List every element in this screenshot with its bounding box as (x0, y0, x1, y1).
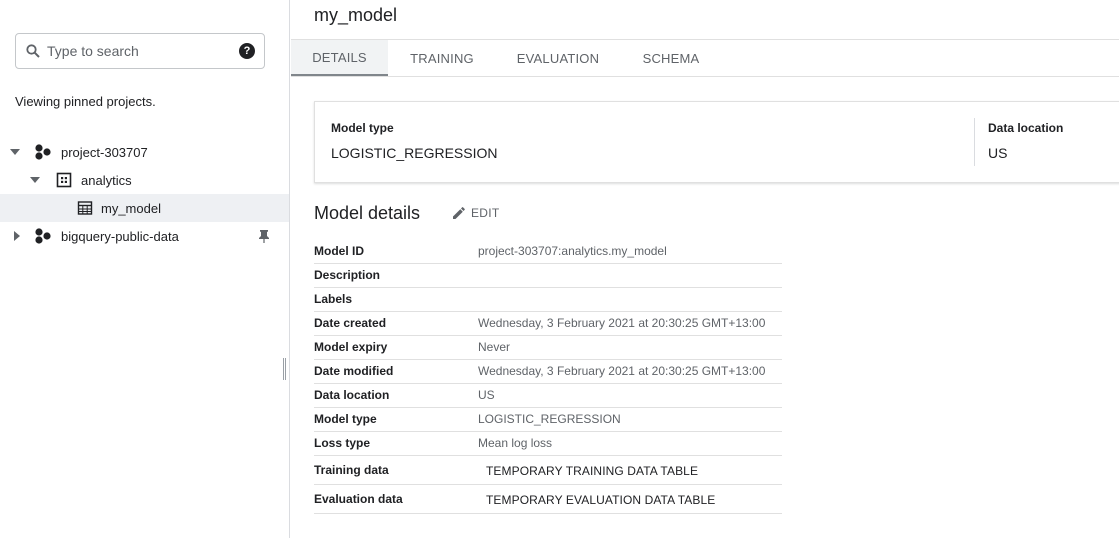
table-row: Description (314, 263, 782, 287)
pin-icon[interactable] (257, 229, 271, 243)
row-key: Evaluation data (314, 491, 403, 506)
caret-right-icon[interactable] (11, 230, 23, 242)
panel-resize-handle[interactable] (283, 358, 286, 380)
row-value: Mean log loss (478, 436, 553, 450)
data-location-label: Data location (988, 121, 1064, 135)
tab-details[interactable]: DETAILS (291, 40, 388, 76)
table-row: Training data TEMPORARY TRAINING DATA TAB… (314, 455, 782, 484)
search-input[interactable] (47, 43, 239, 59)
row-key: Data location (314, 388, 390, 402)
row-value: Never (478, 340, 511, 354)
pinned-projects-note: Viewing pinned projects. (15, 94, 156, 109)
model-type-label: Model type (331, 121, 394, 135)
model-type-value: LOGISTIC_REGRESSION (331, 145, 498, 161)
search-box[interactable]: ? (15, 33, 265, 69)
tab-evaluation[interactable]: EVALUATION (508, 40, 608, 76)
data-location-value: US (988, 145, 1008, 161)
tab-schema[interactable]: SCHEMA (630, 40, 712, 76)
tree-item-model[interactable]: my_model (0, 194, 289, 222)
row-value: TEMPORARY TRAINING DATA TABLE (486, 463, 699, 478)
table-row: Date modified Wednesday, 3 February 2021 … (314, 359, 782, 383)
model-summary-card: Model type LOGISTIC_REGRESSION Data loca… (314, 101, 1119, 183)
row-value (478, 287, 782, 311)
model-details-heading: Model details (314, 203, 421, 223)
table-row: Data location US (314, 383, 782, 407)
help-icon[interactable]: ? (239, 43, 255, 59)
table-row: Model expiry Never (314, 335, 782, 359)
search-icon (25, 43, 41, 59)
row-value: project-303707:analytics.my_model (478, 243, 667, 258)
table-row: Evaluation data TEMPORARY EVALUATION DATA… (314, 484, 782, 513)
dataset-icon (55, 171, 73, 189)
table-row: Model ID project-303707:analytics.my_mode… (314, 239, 782, 263)
row-value: Wednesday, 3 February 2021 at 20:30:25 G… (478, 316, 766, 330)
row-key: Model type (314, 412, 377, 426)
tree-item-public-project[interactable]: bigquery-public-data (0, 222, 289, 250)
card-divider (974, 118, 975, 166)
model-details-table: Model ID project-303707:analytics.my_mode… (314, 239, 782, 514)
tab-bar: DETAILS TRAINING EVALUATION SCHEMA (291, 40, 1119, 77)
row-key: Model expiry (314, 340, 388, 354)
row-key: Date modified (314, 364, 394, 378)
row-key: Loss type (314, 436, 371, 450)
project-icon (34, 143, 52, 161)
row-key: Labels (314, 292, 353, 306)
pencil-icon (453, 207, 465, 219)
row-value: LOGISTIC_REGRESSION (478, 412, 621, 426)
tree-item-project[interactable]: project-303707 (0, 138, 289, 166)
model-icon (76, 199, 94, 217)
row-key: Model ID (314, 243, 364, 258)
table-row: Labels (314, 287, 782, 311)
caret-down-icon[interactable] (29, 174, 41, 186)
model-details-panel: my_model DETAILS TRAINING EVALUATION SCH… (291, 0, 1119, 538)
table-row: Model type LOGISTIC_REGRESSION (314, 407, 782, 431)
tree-item-label: analytics (81, 173, 132, 188)
row-key: Training data (314, 462, 389, 477)
explorer-panel: ? Viewing pinned projects. project-30370… (0, 0, 290, 538)
edit-label: EDIT (471, 206, 500, 220)
tree-item-dataset[interactable]: analytics (0, 166, 289, 194)
caret-down-icon[interactable] (9, 146, 21, 158)
tree-item-label: bigquery-public-data (61, 229, 179, 244)
tab-training[interactable]: TRAINING (395, 40, 489, 76)
resource-tree: project-303707 analytics my_model bigque… (0, 138, 289, 250)
row-value: Wednesday, 3 February 2021 at 20:30:25 G… (478, 364, 766, 378)
table-row: Date created Wednesday, 3 February 2021 a… (314, 311, 782, 335)
tree-item-label: project-303707 (61, 145, 148, 160)
tree-item-label: my_model (101, 201, 161, 216)
table-row: Loss type Mean log loss (314, 431, 782, 455)
row-value (478, 263, 782, 287)
page-title: my_model (314, 5, 398, 25)
row-value: US (478, 388, 495, 402)
project-icon (34, 227, 52, 245)
row-key: Date created (314, 316, 387, 330)
edit-button[interactable]: EDIT (452, 206, 500, 220)
row-value: TEMPORARY EVALUATION DATA TABLE (486, 492, 716, 507)
row-key: Description (314, 268, 381, 282)
